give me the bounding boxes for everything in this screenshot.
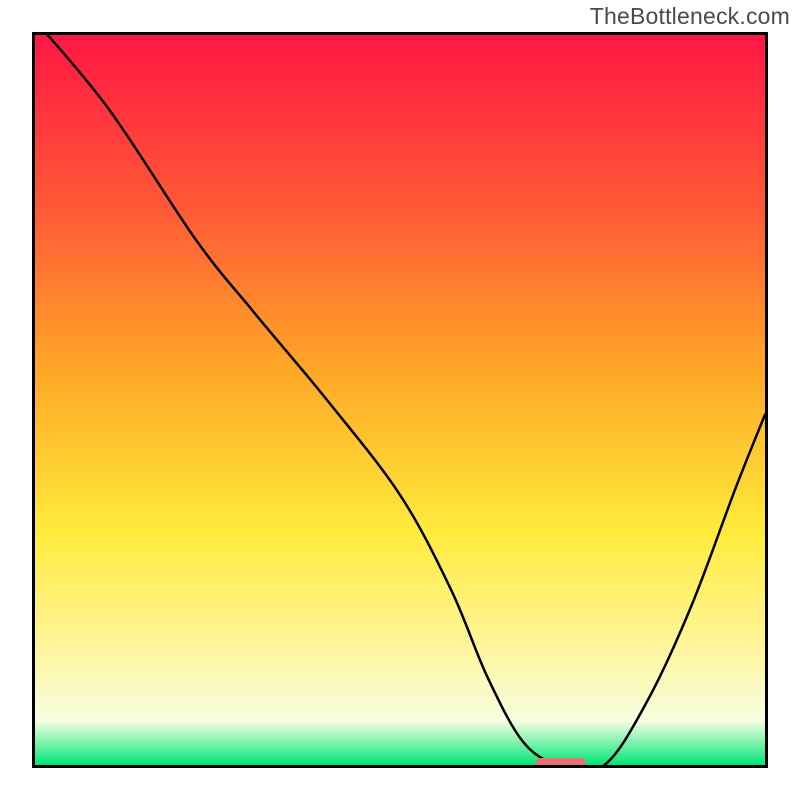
watermark-text: TheBottleneck.com (590, 3, 790, 30)
chart-plot-area (32, 32, 768, 768)
optimal-zone-marker (535, 758, 586, 765)
bottleneck-curve-line (35, 35, 765, 765)
chart-overlay (35, 35, 765, 765)
